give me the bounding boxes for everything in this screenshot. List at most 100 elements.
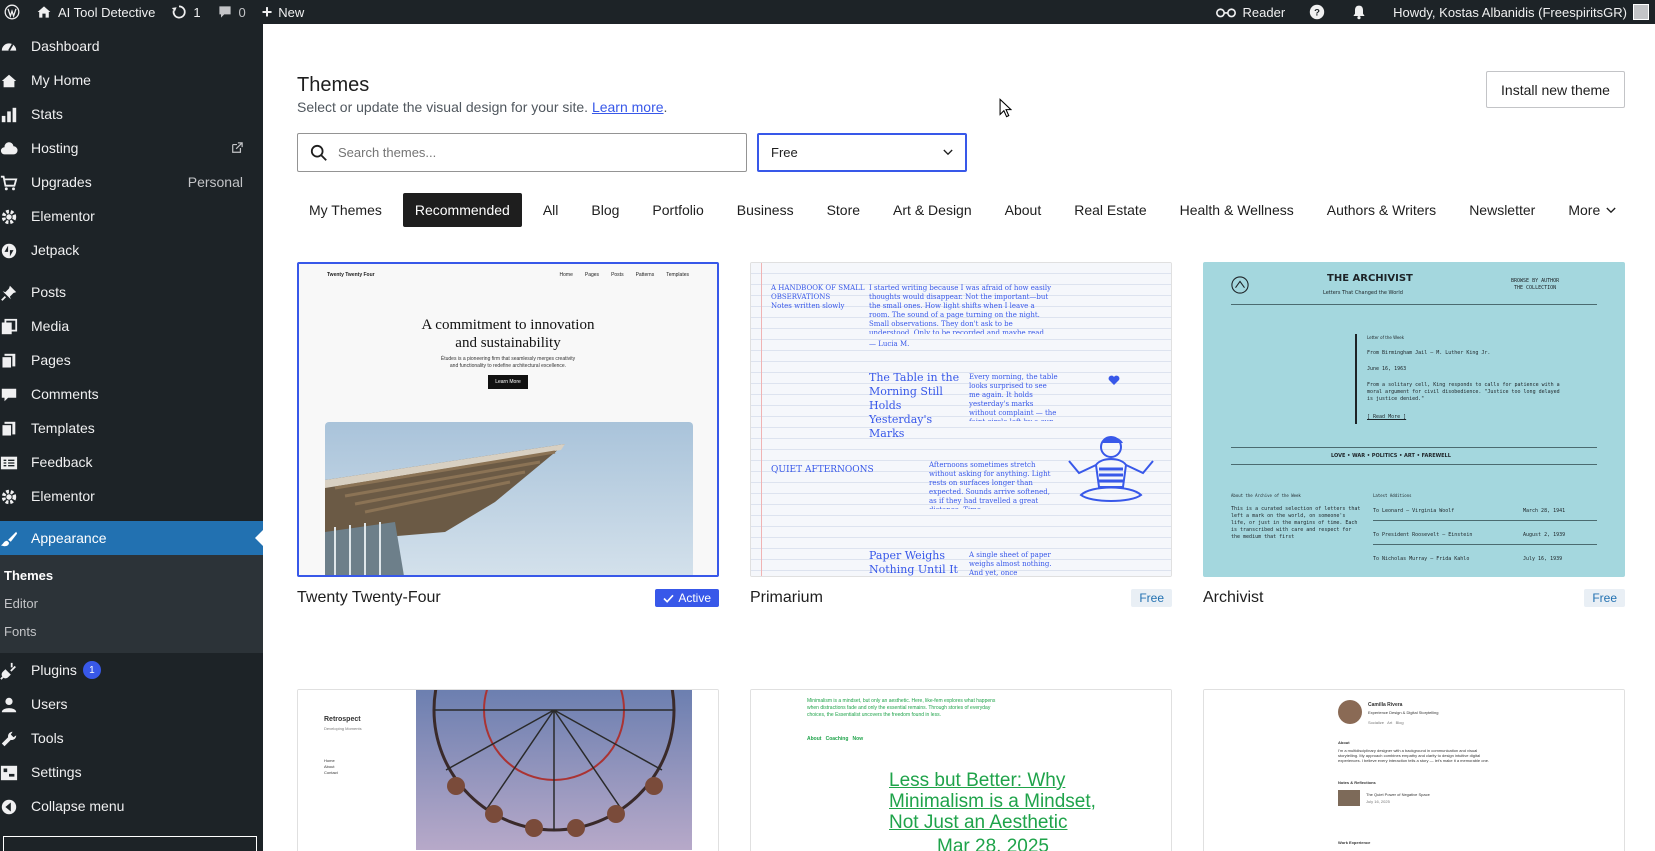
- reader-link[interactable]: Reader: [1207, 0, 1302, 24]
- menu-feedback[interactable]: Feedback: [0, 445, 263, 479]
- submenu-fonts[interactable]: Fonts: [0, 617, 263, 645]
- menu-plugins[interactable]: Plugins 1: [0, 653, 263, 687]
- theme-preview[interactable]: Minimalism is a mindset, but only an aes…: [750, 689, 1172, 851]
- theme-card-retrospect[interactable]: Retrospect Developing Moments Home About…: [297, 689, 719, 851]
- twenty-twenty-four-preview: Twenty Twenty Four Home Pages Posts Patt…: [299, 264, 717, 575]
- comments-link[interactable]: 0: [209, 0, 254, 24]
- main-content: Themes Select or update the visual desig…: [263, 24, 1655, 851]
- tab-real-estate[interactable]: Real Estate: [1062, 193, 1158, 227]
- menu-label: Plugins: [31, 662, 77, 678]
- submenu-editor[interactable]: Editor: [0, 589, 263, 617]
- preview-name: Camilla Rivera: [1368, 702, 1403, 708]
- tab-all[interactable]: All: [531, 193, 571, 227]
- tier-filter-select[interactable]: Free: [757, 133, 967, 172]
- letter-of-week-label: Letter of the Week: [1367, 335, 1405, 340]
- submenu-themes[interactable]: Themes: [0, 561, 263, 589]
- menu-media[interactable]: Media: [0, 309, 263, 343]
- menu-dashboard[interactable]: Dashboard: [0, 29, 263, 63]
- work-label: Work Experience: [1338, 840, 1371, 845]
- theme-meta: Twenty Twenty-Four Active: [297, 589, 719, 607]
- theme-preview[interactable]: A HANDBOOK OF SMALL OBSERVATIONS Notes w…: [750, 262, 1172, 577]
- theme-card-essentialist[interactable]: Minimalism is a mindset, but only an aes…: [750, 689, 1172, 851]
- install-new-theme-button[interactable]: Install new theme: [1486, 71, 1625, 108]
- tab-more[interactable]: More: [1556, 193, 1628, 227]
- menu-settings[interactable]: Settings: [0, 755, 263, 789]
- preview-body: Études is a pioneering firm that seamles…: [299, 356, 717, 370]
- tab-portfolio[interactable]: Portfolio: [640, 193, 715, 227]
- updates-count: 1: [193, 4, 201, 20]
- theme-card-primarium[interactable]: A HANDBOOK OF SMALL OBSERVATIONS Notes w…: [750, 262, 1172, 607]
- divider: [1231, 447, 1597, 448]
- preview-section-excerpt: Afternoons sometimes stretch without ask…: [929, 461, 1051, 509]
- menu-users[interactable]: Users: [0, 687, 263, 721]
- tab-business[interactable]: Business: [725, 193, 806, 227]
- external-link-icon: [232, 142, 243, 153]
- menu-label: Hosting: [31, 140, 79, 156]
- tab-recommended[interactable]: Recommended: [402, 193, 522, 227]
- theme-card-portfolio[interactable]: Camilla Rivera Experience Design & Digit…: [1203, 689, 1625, 851]
- wordpress-icon: [4, 4, 20, 20]
- menu-label: Elementor: [31, 488, 95, 504]
- avatar: [1633, 4, 1649, 20]
- bell-icon: [1353, 5, 1365, 20]
- menu-jetpack[interactable]: Jetpack: [0, 233, 263, 267]
- menu-templates[interactable]: Templates: [0, 411, 263, 445]
- divider: [1231, 464, 1597, 465]
- tab-my-themes[interactable]: My Themes: [297, 193, 394, 227]
- preview-nav-link: Patterns: [635, 272, 655, 278]
- profile-photo: [1338, 700, 1362, 724]
- tab-blog[interactable]: Blog: [579, 193, 631, 227]
- account-menu[interactable]: Howdy, Kostas Albanidis (FreespiritsGR): [1385, 0, 1655, 24]
- help-button[interactable]: ?: [1301, 0, 1343, 24]
- menu-comments[interactable]: Comments: [0, 377, 263, 411]
- menu-elementor[interactable]: Elementor: [0, 199, 263, 233]
- stats-icon: [1, 107, 17, 123]
- search-input[interactable]: [338, 145, 718, 160]
- theme-preview[interactable]: Camilla Rivera Experience Design & Digit…: [1203, 689, 1625, 851]
- theme-name: Twenty Twenty-Four: [297, 589, 441, 606]
- new-content-button[interactable]: + New: [254, 0, 313, 24]
- theme-card-twenty-twenty-four[interactable]: Twenty Twenty Four Home Pages Posts Patt…: [297, 262, 719, 607]
- tab-art-design[interactable]: Art & Design: [881, 193, 984, 227]
- updates-link[interactable]: 1: [163, 0, 208, 24]
- free-badge: Free: [1131, 589, 1172, 607]
- menu-upgrades[interactable]: Upgrades Personal: [0, 165, 263, 199]
- learn-more-link[interactable]: Learn more: [592, 99, 664, 115]
- theme-preview[interactable]: THE ARCHIVIST Letters That Changed the W…: [1203, 262, 1625, 577]
- theme-preview[interactable]: Twenty Twenty Four Home Pages Posts Patt…: [297, 262, 719, 577]
- theme-preview[interactable]: Retrospect Developing Moments Home About…: [297, 689, 719, 851]
- menu-collapse[interactable]: Collapse menu: [0, 789, 263, 823]
- recent-row: To President Roosevelt — Einstein: [1373, 532, 1473, 538]
- menu-tools[interactable]: Tools: [0, 721, 263, 755]
- pin-icon: [1, 285, 17, 301]
- site-name-link[interactable]: AI Tool Detective: [28, 0, 163, 24]
- menu-label: Stats: [31, 106, 63, 122]
- tab-authors-writers[interactable]: Authors & Writers: [1315, 193, 1448, 227]
- wordpress-logo-button[interactable]: [0, 0, 28, 24]
- category-nav: LOVE • WAR • POLITICS • ART • FAREWELL: [1331, 453, 1451, 459]
- menu-appearance[interactable]: Appearance: [0, 521, 263, 555]
- templates-icon: [1, 421, 16, 437]
- preview-nav-link: Templates: [666, 272, 689, 278]
- menu-label: Settings: [31, 764, 82, 780]
- tab-health-wellness[interactable]: Health & Wellness: [1168, 193, 1306, 227]
- theme-meta: Primarium Free: [750, 589, 1172, 607]
- menu-elementor-2[interactable]: Elementor: [0, 479, 263, 513]
- menu-my-home[interactable]: My Home: [0, 63, 263, 97]
- tab-store[interactable]: Store: [815, 193, 872, 227]
- menu-stats[interactable]: Stats: [0, 97, 263, 131]
- archivist-preview: THE ARCHIVIST Letters That Changed the W…: [1203, 262, 1625, 577]
- menu-posts[interactable]: Posts: [0, 275, 263, 309]
- notifications-button[interactable]: [1343, 0, 1385, 24]
- menu-label: Appearance: [31, 530, 107, 546]
- search-themes-box[interactable]: [297, 133, 747, 172]
- menu-pages[interactable]: Pages: [0, 343, 263, 377]
- tab-about[interactable]: About: [993, 193, 1054, 227]
- tab-newsletter[interactable]: Newsletter: [1457, 193, 1547, 227]
- menu-label: Jetpack: [31, 242, 80, 258]
- theme-name: Archivist: [1203, 589, 1264, 606]
- about-text: I'm a multidisciplinary designer with a …: [1338, 748, 1490, 763]
- menu-hosting[interactable]: Hosting: [0, 131, 263, 165]
- preview-nav-link: Home: [559, 272, 573, 278]
- theme-card-archivist[interactable]: THE ARCHIVIST Letters That Changed the W…: [1203, 262, 1625, 607]
